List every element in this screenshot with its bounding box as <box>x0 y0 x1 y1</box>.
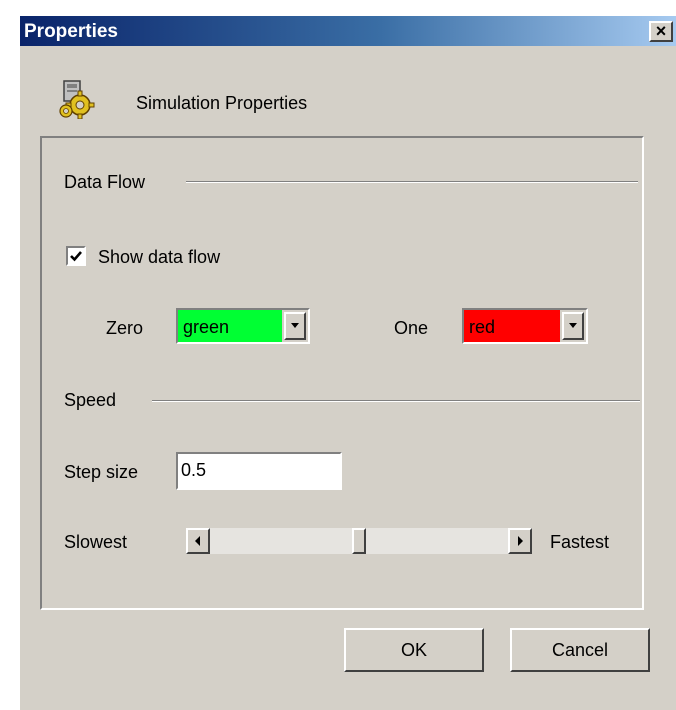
zero-dropdown-button[interactable] <box>284 312 306 340</box>
slowest-label: Slowest <box>64 532 128 552</box>
properties-panel: Data Flow Show data flow Zero green One … <box>40 136 644 610</box>
one-color-value: red <box>469 317 496 337</box>
dialog-heading: Simulation Properties <box>136 93 308 113</box>
settings-gear-icon <box>58 79 96 120</box>
step-size-label: Step size <box>64 462 139 482</box>
close-button[interactable]: × <box>649 21 673 42</box>
zero-color-select[interactable]: green <box>176 308 310 344</box>
slider-left-arrow[interactable] <box>186 528 210 554</box>
data-flow-divider <box>186 181 638 183</box>
speed-slider[interactable] <box>186 528 532 554</box>
arrow-right-icon <box>518 536 523 546</box>
show-data-flow-checkbox[interactable] <box>66 246 86 266</box>
one-color-select[interactable]: red <box>462 308 588 344</box>
ok-button[interactable]: OK <box>344 628 484 672</box>
one-label: One <box>394 318 429 338</box>
data-flow-section-label: Data Flow <box>64 172 146 192</box>
zero-label: Zero <box>106 318 144 338</box>
chevron-down-icon <box>569 323 577 328</box>
title-bar[interactable]: Properties × <box>20 16 676 46</box>
arrow-left-icon <box>195 536 200 546</box>
speed-section-label: Speed <box>64 390 117 410</box>
show-data-flow-label: Show data flow <box>98 247 221 267</box>
speed-divider <box>152 400 640 402</box>
slider-right-arrow[interactable] <box>508 528 532 554</box>
chevron-down-icon <box>291 323 299 328</box>
window-title: Properties <box>24 21 118 42</box>
slider-thumb[interactable] <box>352 528 366 554</box>
cancel-button[interactable]: Cancel <box>510 628 650 672</box>
checkmark-icon <box>70 251 82 262</box>
properties-dialog: Properties × Simulation Properties Data … <box>18 14 676 710</box>
step-size-field[interactable] <box>176 452 342 490</box>
zero-color-value: green <box>183 317 230 337</box>
fastest-label: Fastest <box>550 532 610 552</box>
step-size-input[interactable] <box>181 460 331 481</box>
one-dropdown-button[interactable] <box>562 312 584 340</box>
